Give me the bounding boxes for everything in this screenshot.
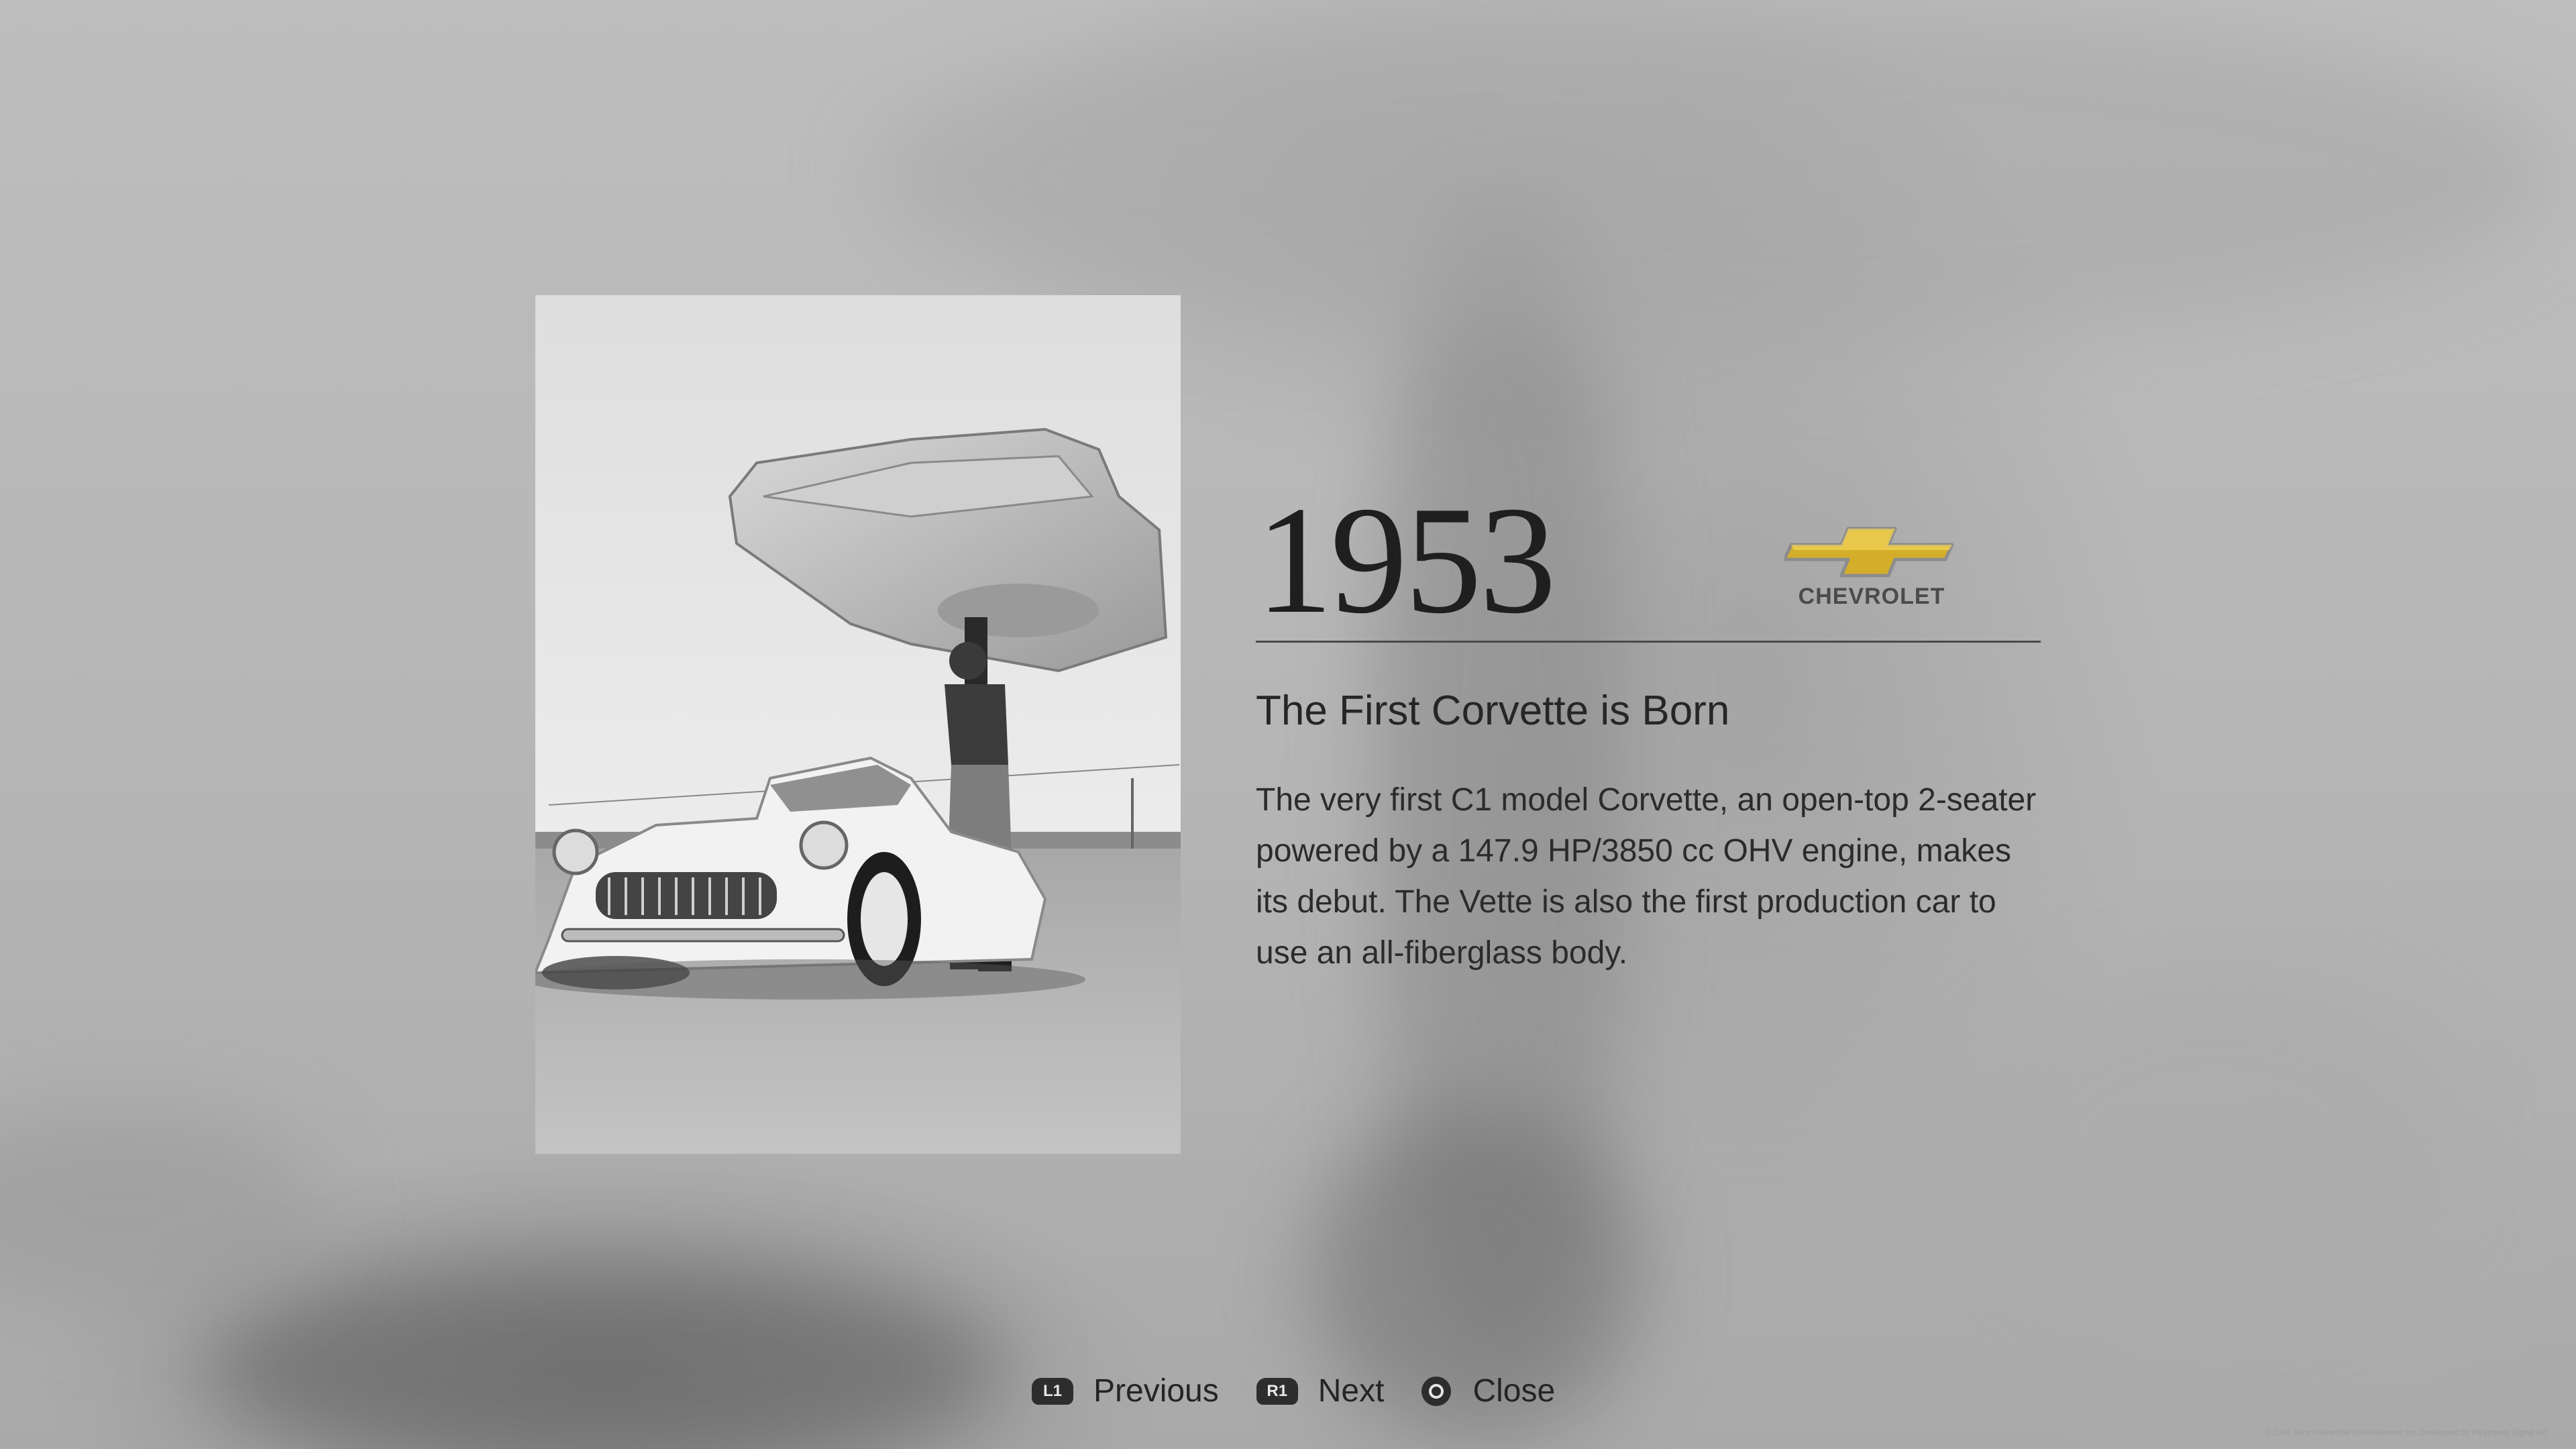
previous-button[interactable]: L1 Previous [1032,1373,1219,1409]
entry-description: The very first C1 model Corvette, an ope… [1256,782,2037,971]
close-label: Close [1472,1373,1556,1409]
historic-photo [535,295,1181,1154]
copyright-text: © 2024 Sony Interactive Entertainment In… [2264,1428,2549,1437]
close-button[interactable]: Close [1421,1373,1555,1409]
bowtie-icon [1782,527,1954,578]
r1-button-icon: R1 [1256,1377,1298,1405]
divider [1256,641,2041,643]
corvette-photo-illustration [535,295,1181,1154]
button-hints: L1 Previous R1 Next Close [1032,1373,1593,1409]
entry-title: The First Corvette is Born [1256,688,1730,734]
previous-label: Previous [1093,1373,1219,1409]
chevrolet-logo: CHEVROLET [1782,525,1959,612]
next-button[interactable]: R1 Next [1256,1373,1385,1409]
background-blur [1979,973,2449,1308]
museum-screen: 1953 CHEVROLET The First Corvette is Bor… [0,0,2576,1449]
l1-button-icon: L1 [1032,1377,1073,1405]
brand-name: CHEVROLET [1798,584,1945,609]
entry-year: 1953 [1256,474,1556,645]
background-blur [201,1261,1006,1449]
next-label: Next [1318,1373,1385,1409]
circle-button-icon [1421,1376,1452,1406]
background-blur [0,1107,322,1308]
